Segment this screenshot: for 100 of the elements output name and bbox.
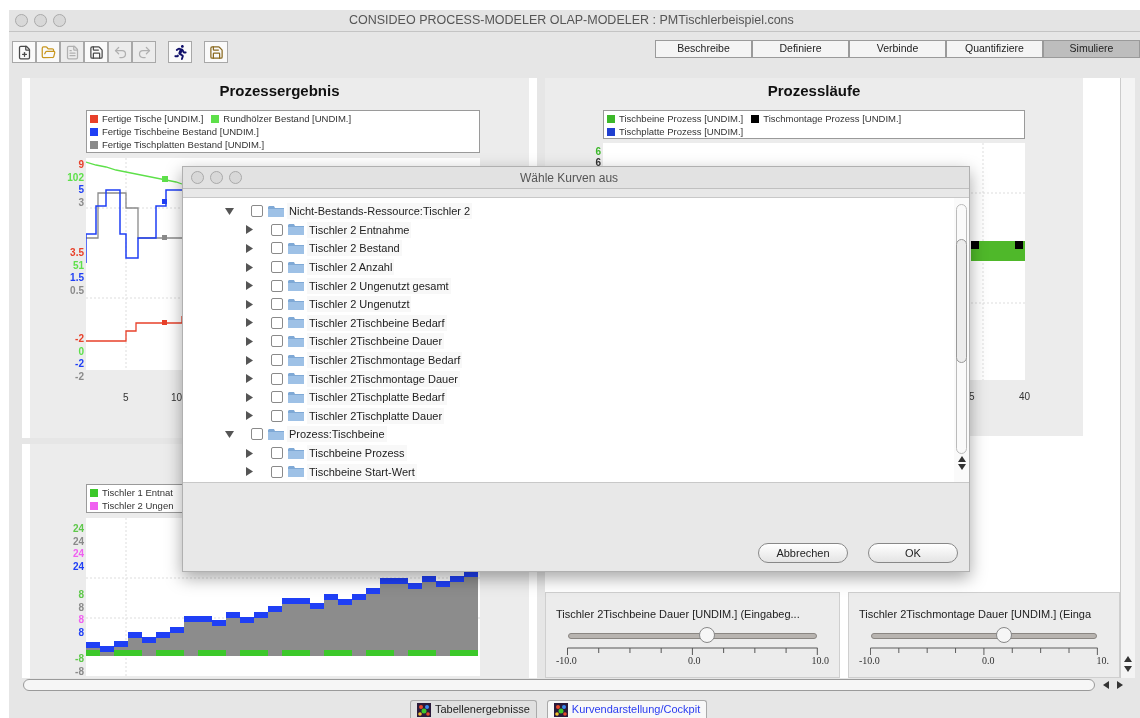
tree-item-label[interactable]: Tischler 2 Anzahl [307, 259, 395, 276]
checkbox[interactable] [271, 465, 283, 478]
axis-tick-label: 8 [78, 615, 84, 625]
cancel-button[interactable]: Abbrechen [758, 543, 848, 563]
expand-arrow-icon[interactable] [245, 225, 254, 235]
legend-label: Tischmontage Prozess [UNDIM.] [763, 112, 902, 125]
window-control-icon[interactable] [191, 171, 204, 184]
folder-icon [288, 279, 304, 293]
collapse-arrow-icon[interactable] [225, 206, 234, 216]
expand-arrow-icon[interactable] [245, 281, 254, 291]
vertical-scrollbar[interactable] [954, 198, 969, 482]
floppy-button[interactable] [204, 41, 228, 63]
tree-item-label[interactable]: Nicht-Bestands-Ressource:Tischler 2 [287, 203, 473, 220]
view-tab[interactable]: Beschreibe [655, 40, 752, 58]
view-tab[interactable]: Simuliere [1043, 40, 1140, 58]
axis-tick-label: 6 [595, 147, 601, 157]
slider-thumb[interactable] [699, 627, 716, 643]
expand-arrow-icon[interactable] [245, 374, 254, 384]
tree-item-label[interactable]: Tischler 2 Bestand [307, 240, 402, 257]
expand-arrow-icon[interactable] [245, 392, 254, 402]
expand-arrow-icon[interactable] [245, 467, 254, 477]
checkbox[interactable] [251, 205, 263, 218]
tree-item-label[interactable]: Prozess:Tischbeine [287, 426, 387, 443]
legend-label: Fertige Tischbeine Bestand [UNDIM.] [102, 125, 259, 138]
scroll-down-icon[interactable] [1124, 666, 1132, 672]
axis-tick-label: -2 [75, 371, 84, 382]
window-control-icon[interactable] [229, 171, 242, 184]
slider-title: Tischler 2Tischbeine Dauer [UNDIM.] (Eingabeg... [556, 607, 801, 621]
view-tab[interactable]: Quantifiziere [946, 40, 1043, 58]
scroll-up-icon[interactable] [957, 456, 966, 462]
scrollbar-thumb[interactable] [956, 239, 967, 363]
folder-icon [288, 372, 304, 386]
slider-thumb[interactable] [996, 627, 1013, 643]
scale-label: -10.0 [556, 655, 577, 666]
tree-item-label[interactable]: Tischler 2 Ungenutzt gesamt [307, 277, 451, 294]
window-control-icon[interactable] [15, 14, 28, 27]
checkbox[interactable] [271, 298, 283, 311]
tree-item-label[interactable]: Tischler 2Tischmontage Dauer [307, 370, 460, 387]
checkbox[interactable] [271, 279, 283, 292]
ok-button[interactable]: OK [868, 543, 958, 563]
dialog-title: Wähle Kurven aus [520, 169, 619, 187]
scroll-down-icon[interactable] [957, 464, 966, 470]
vertical-scrollbar[interactable] [1120, 78, 1135, 678]
expand-arrow-icon[interactable] [245, 355, 254, 365]
floppy-button[interactable] [84, 41, 108, 63]
expand-arrow-icon[interactable] [245, 299, 254, 309]
new-file-button[interactable] [12, 41, 36, 63]
axis-tick-label: -8 [75, 666, 84, 677]
window-control-icon[interactable] [34, 14, 47, 27]
checkbox[interactable] [271, 447, 283, 459]
tree-item-label[interactable]: Tischler 2Tischbeine Bedarf [307, 314, 447, 331]
checkbox[interactable] [271, 372, 283, 385]
expand-arrow-icon[interactable] [245, 244, 254, 253]
tree-item-label[interactable]: Tischler 2Tischplatte Dauer [307, 407, 445, 424]
folder-icon [40, 44, 56, 60]
running-figure-button[interactable] [168, 41, 192, 63]
axis-tick-label: 8 [78, 590, 84, 600]
view-tab[interactable]: Kurvendarstellung/Cockpit [546, 700, 708, 718]
checkbox[interactable] [271, 391, 283, 404]
scroll-up-icon[interactable] [1124, 656, 1132, 662]
axis-tick-label: 8 [78, 602, 84, 613]
folder-icon [288, 260, 304, 274]
expand-arrow-icon[interactable] [245, 411, 254, 421]
checkbox[interactable] [271, 223, 283, 236]
tree-item-label[interactable]: Tischbeine Start-Wert [307, 463, 417, 480]
expand-arrow-icon[interactable] [245, 336, 254, 346]
tree-item-label[interactable]: Tischbeine Prozess [307, 445, 407, 461]
axis-tick-label: 1.5 [70, 273, 84, 283]
cube-icon [417, 702, 431, 717]
checkbox[interactable] [271, 409, 283, 422]
window-control-icon[interactable] [53, 14, 66, 27]
window-control-icon[interactable] [210, 171, 223, 184]
view-tab[interactable]: Tabellenergebnisse [410, 700, 537, 718]
checkbox[interactable] [271, 242, 283, 255]
tree-item-label[interactable]: Tischler 2Tischplatte Bedarf [307, 389, 447, 406]
folder-icon [288, 316, 304, 330]
checkbox[interactable] [271, 354, 283, 367]
running-figure-icon [172, 44, 188, 60]
cube-icon [553, 702, 568, 717]
checkbox[interactable] [251, 428, 263, 441]
axis-tick-label: 0 [78, 346, 84, 357]
expand-arrow-icon[interactable] [245, 318, 254, 328]
scroll-right-icon[interactable] [1117, 681, 1123, 689]
chart-title: Prozessergebnis [218, 81, 341, 101]
view-tab[interactable]: Definiere [752, 40, 849, 58]
tree-item-label[interactable]: Tischler 2 Ungenutzt [307, 296, 412, 313]
checkbox[interactable] [271, 335, 283, 348]
tree-item-label[interactable]: Tischler 2Tischmontage Bedarf [307, 352, 463, 369]
chart-marker [971, 241, 979, 249]
collapse-arrow-icon[interactable] [225, 429, 234, 439]
view-tab[interactable]: Verbinde [849, 40, 946, 58]
expand-arrow-icon[interactable] [245, 448, 254, 458]
checkbox[interactable] [271, 261, 283, 274]
tree-item-label[interactable]: Tischler 2 Entnahme [307, 221, 412, 238]
horizontal-scrollbar[interactable] [23, 679, 1095, 691]
expand-arrow-icon[interactable] [245, 262, 254, 272]
tree-item-label[interactable]: Tischler 2Tischbeine Dauer [307, 333, 445, 350]
scroll-left-icon[interactable] [1103, 681, 1109, 689]
folder-icon [288, 297, 304, 311]
checkbox[interactable] [271, 316, 283, 329]
